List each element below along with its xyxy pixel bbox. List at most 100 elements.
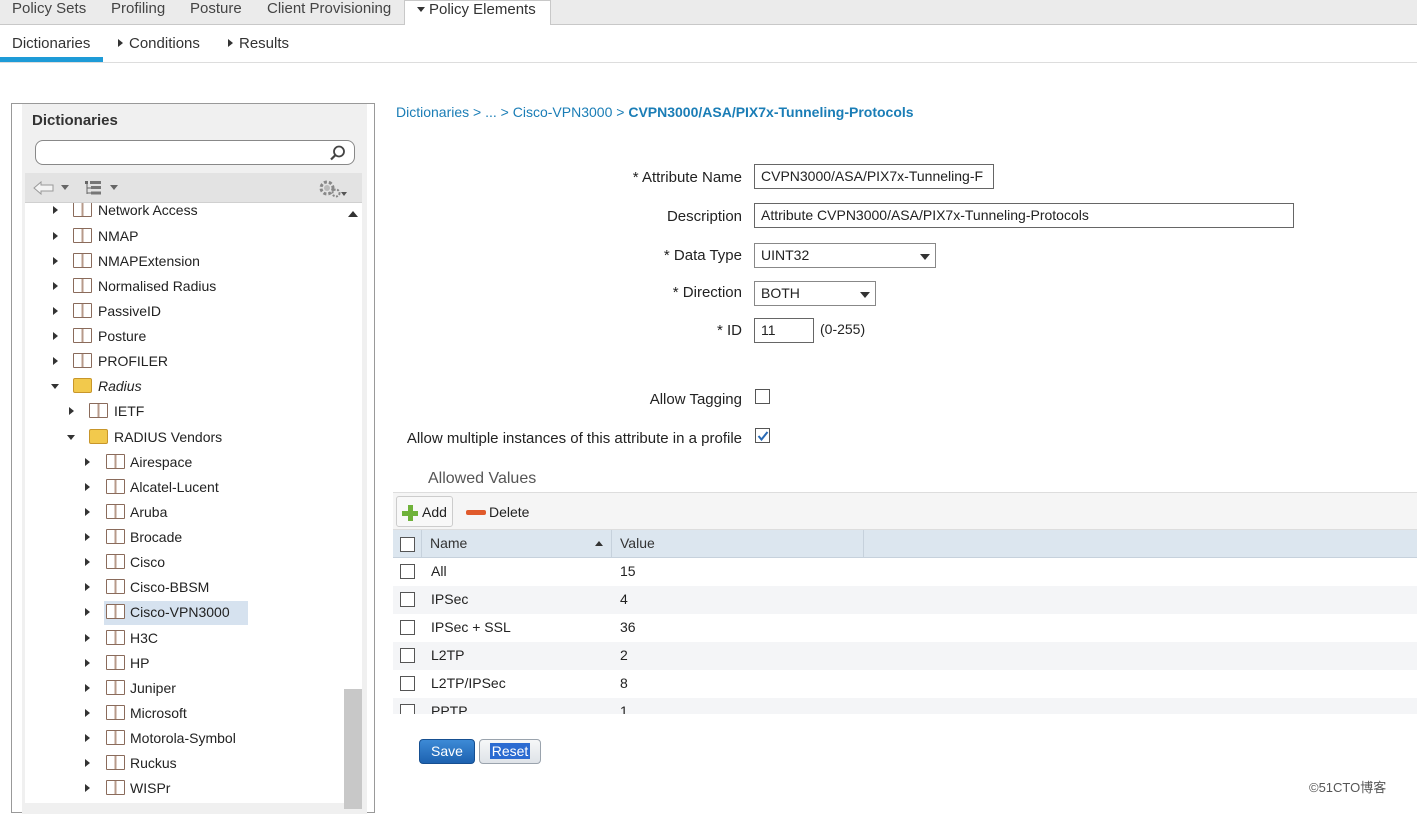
description-input[interactable]: Attribute CVPN3000/ASA/PIX7x-Tunneling-P… [754,203,1294,228]
row-checkbox[interactable] [400,564,415,579]
expand-arrow-icon[interactable] [85,684,90,692]
tab-profiling[interactable]: Profiling [111,0,165,24]
expand-arrow-icon[interactable] [85,709,90,717]
table-row[interactable]: PPTP 1 [393,698,1417,714]
expand-arrow-icon[interactable] [85,583,90,591]
sort-ascending-icon [595,541,603,546]
expand-arrow-icon[interactable] [85,483,90,491]
cell-name: L2TP/IPSec [431,675,506,691]
tree-item-normalised-radius[interactable]: Normalised Radius [25,275,325,297]
scroll-up-icon[interactable] [348,211,358,217]
scrollbar-thumb[interactable] [344,689,362,809]
breadcrumb-dictionaries[interactable]: Dictionaries [396,104,469,120]
tree-item-nmapextension[interactable]: NMAPExtension [25,250,325,272]
tree-item-alcatel-lucent[interactable]: Alcatel-Lucent [25,476,325,498]
expand-arrow-icon[interactable] [53,307,58,315]
tree-item-network-access[interactable]: Network Access [25,203,325,221]
save-button[interactable]: Save [419,739,475,764]
tree-item-hp[interactable]: HP [25,652,325,674]
expand-arrow-icon[interactable] [85,784,90,792]
select-all-checkbox[interactable] [400,537,415,552]
tree-item-ruckus[interactable]: Ruckus [25,752,325,774]
expand-arrow-icon[interactable] [85,608,90,616]
chevron-down-icon[interactable] [61,185,69,190]
row-checkbox[interactable] [400,704,415,714]
tab-policy-sets[interactable]: Policy Sets [12,0,86,24]
tree-item-ietf[interactable]: IETF [25,400,325,422]
table-row[interactable]: IPSec + SSL 36 [393,614,1417,642]
expand-arrow-icon[interactable] [85,508,90,516]
tree-item-juniper[interactable]: Juniper [25,677,325,699]
tree-item-nmap[interactable]: NMAP [25,225,325,247]
subtab-dictionaries[interactable]: Dictionaries [12,35,90,52]
search-input[interactable] [35,140,355,165]
table-row[interactable]: L2TP 2 [393,642,1417,670]
expand-arrow-icon[interactable] [85,458,90,466]
expand-arrow-icon[interactable] [85,533,90,541]
subtab-conditions[interactable]: Conditions [118,35,200,52]
tree-view-icon[interactable] [84,180,102,196]
breadcrumb-cisco-vpn3000[interactable]: Cisco-VPN3000 [513,104,613,120]
row-checkbox[interactable] [400,592,415,607]
tree-item-microsoft[interactable]: Microsoft [25,702,325,724]
table-row[interactable]: All 15 [393,558,1417,586]
tree-item-cisco[interactable]: Cisco [25,551,325,573]
reset-button[interactable]: Reset [479,739,541,764]
direction-select[interactable]: BOTH [754,281,876,306]
attribute-name-input[interactable]: CVPN3000/ASA/PIX7x-Tunneling-F [754,164,994,189]
tree-item-profiler[interactable]: PROFILER [25,350,325,372]
tree-item-radius[interactable]: Radius [25,375,325,397]
breadcrumb-ellipsis[interactable]: ... [485,104,497,120]
tree-item-cisco-bbsm[interactable]: Cisco-BBSM [25,576,325,598]
gear-icon[interactable] [317,179,347,199]
expand-arrow-icon[interactable] [53,332,58,340]
tree-item-motorola-symbol[interactable]: Motorola-Symbol [25,727,325,749]
tree-item-aruba[interactable]: Aruba [25,501,325,523]
expand-arrow-icon[interactable] [53,206,58,214]
tree-item-airespace[interactable]: Airespace [25,451,325,473]
data-type-select[interactable]: UINT32 [754,243,936,268]
tree-item-label: WISPr [130,780,171,796]
tree-item-label: Aruba [130,504,168,520]
expand-arrow-icon[interactable] [53,357,58,365]
id-input[interactable]: 11 [754,318,814,343]
expand-arrow-icon[interactable] [85,659,90,667]
tree-item-passiveid[interactable]: PassiveID [25,300,325,322]
back-arrow-icon[interactable] [33,181,55,195]
delete-button[interactable]: Delete [463,496,533,527]
tree-item-label: HP [130,655,150,671]
column-header-name[interactable]: Name [422,530,612,558]
table-row[interactable]: L2TP/IPSec 8 [393,670,1417,698]
expand-arrow-icon[interactable] [85,759,90,767]
row-checkbox[interactable] [400,676,415,691]
row-checkbox[interactable] [400,620,415,635]
expand-arrow-icon[interactable] [53,232,58,240]
allow-tagging-checkbox[interactable] [755,389,770,404]
expand-arrow-icon[interactable] [85,558,90,566]
tab-policy-elements[interactable]: Policy Elements [404,0,551,26]
tree-item-posture[interactable]: Posture [25,325,325,347]
tree-item-radius-vendors[interactable]: RADIUS Vendors [25,426,325,448]
subtab-results[interactable]: Results [228,35,289,52]
table-row[interactable]: IPSec 4 [393,586,1417,614]
row-checkbox[interactable] [400,648,415,663]
tab-posture[interactable]: Posture [190,0,242,24]
expand-arrow-icon[interactable] [53,282,58,290]
add-button[interactable]: Add [396,496,453,527]
tree-item-brocade[interactable]: Brocade [25,526,325,548]
expand-arrow-icon[interactable] [85,634,90,642]
collapse-arrow-icon[interactable] [67,435,75,440]
tree-item-cisco-vpn3000[interactable]: Cisco-VPN3000 [25,601,325,625]
tab-policy-elements-label: Policy Elements [429,1,536,18]
data-type-value: UINT32 [761,247,810,263]
expand-arrow-icon[interactable] [85,734,90,742]
chevron-down-icon[interactable] [110,185,118,190]
allow-multiple-checkbox[interactable] [755,428,770,443]
collapse-arrow-icon[interactable] [51,384,59,389]
expand-arrow-icon[interactable] [69,407,74,415]
tree-item-wispr[interactable]: WISPr [25,777,325,799]
tree-item-h3c[interactable]: H3C [25,627,325,649]
tab-client-provisioning[interactable]: Client Provisioning [267,0,391,24]
expand-arrow-icon[interactable] [53,257,58,265]
column-header-value[interactable]: Value [612,530,864,558]
